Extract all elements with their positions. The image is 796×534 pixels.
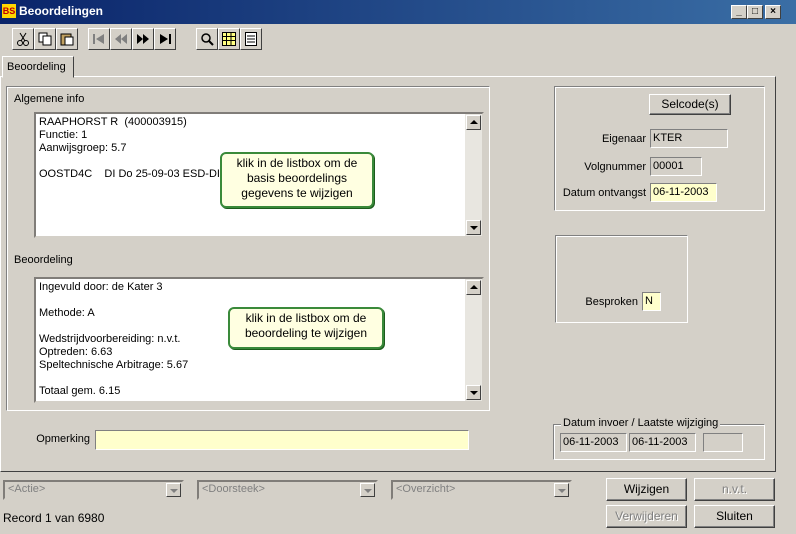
eigenaar-field[interactable]: KTER [650,129,728,148]
cut-icon [17,32,29,46]
sluiten-button[interactable]: Sluiten [694,505,775,528]
window-title: Beoordelingen [19,4,104,18]
listbox-line: Ingevuld door: de Kater 3 [39,281,163,293]
datum-ontvangst-field[interactable]: 06-11-2003 [650,183,717,202]
datum-ontvangst-label: Datum ontvangst [562,187,646,199]
arrow-down-icon [470,391,478,395]
record-status: Record 1 van 6980 [3,511,105,525]
chevron-down-icon [170,489,178,493]
listbox-line: Speltechnische Arbitrage: 5.67 [39,359,189,371]
next-record-button[interactable] [132,28,154,50]
arrow-up-icon [470,120,478,124]
volgnummer-label: Volgnummer [584,161,646,173]
last-record-icon [160,34,171,44]
chevron-down-icon [558,489,566,493]
scroll-down-button[interactable] [466,220,481,235]
paste-button[interactable] [56,28,78,50]
listbox-line: Functie: 1 [39,129,88,141]
previous-record-icon [115,34,127,44]
previous-record-button[interactable] [110,28,132,50]
overzicht-value: <Overzicht> [396,483,456,495]
doorsteek-combo[interactable]: <Doorsteek> [197,480,378,500]
dropdown-button[interactable] [554,483,569,497]
listbox-line: Totaal gem. 6.15 [39,385,121,397]
scroll-up-button[interactable] [466,115,481,130]
arrow-up-icon [470,285,478,289]
toolbar [0,24,796,54]
volgnummer-field[interactable]: 00001 [650,157,702,176]
wijzigen-button[interactable]: Wijzigen [606,478,687,501]
besproken-group [555,235,688,323]
first-record-icon [93,34,104,44]
dropdown-button[interactable] [360,483,375,497]
doorsteek-value: <Doorsteek> [202,483,265,495]
copy-icon [38,32,52,46]
beoordeling-scrollbar[interactable] [465,279,482,401]
listbox-line [39,372,479,385]
maximize-button[interactable]: □ [747,5,763,19]
tooltip-line: basis beoordelings [246,171,348,185]
besproken-field[interactable]: N [642,292,661,311]
eigenaar-label: Eigenaar [601,133,646,145]
besproken-label: Besproken [585,296,638,308]
overzicht-combo[interactable]: <Overzicht> [391,480,572,500]
form-view-icon [245,32,257,46]
actie-value: <Actie> [8,483,46,495]
opmerking-label: Opmerking [36,433,90,445]
laatste-wijziging-field[interactable]: 06-11-2003 [629,433,696,452]
app-icon: BS [2,4,16,18]
listbox-line [39,294,479,307]
actie-combo[interactable]: <Actie> [3,480,184,500]
chevron-down-icon [364,489,372,493]
first-record-button[interactable] [88,28,110,50]
selcode-button[interactable]: Selcode(s) [649,94,731,115]
form-view-button[interactable] [240,28,262,50]
datum-invoer-field[interactable]: 06-11-2003 [560,433,627,452]
scroll-down-button[interactable] [466,385,481,400]
tooltip-line: gegevens te wijzigen [241,186,353,200]
verwijderen-button[interactable]: Verwijderen [606,505,687,528]
last-record-button[interactable] [154,28,176,50]
arrow-down-icon [470,226,478,230]
tab-label: Beoordeling [7,61,66,73]
copy-button[interactable] [34,28,56,50]
algemene-info-label: Algemene info [14,93,85,105]
algemene-info-tooltip: klik in de listbox om de basis beoordeli… [220,152,374,208]
minimize-button[interactable]: _ [731,5,747,19]
dropdown-button[interactable] [166,483,181,497]
tooltip-line: klik in de listbox om de [236,156,358,170]
beoordeling-label: Beoordeling [14,254,73,266]
nvt-button[interactable]: n.v.t. [694,478,775,501]
datum-invoer-label: Datum invoer / Laatste wijziging [561,417,721,429]
tooltip-line: beoordeling te wijzigen [244,326,368,340]
paste-icon [60,33,74,46]
cut-button[interactable] [12,28,34,50]
opmerking-field[interactable] [95,430,469,450]
next-record-icon [137,34,149,44]
close-button[interactable]: × [765,5,781,19]
tooltip-line: klik in de listbox om de [245,311,367,325]
scroll-up-button[interactable] [466,280,481,295]
beoordeling-tooltip: klik in de listbox om de beoordeling te … [228,307,384,349]
grid-view-icon [222,32,236,46]
tab-beoordeling[interactable]: Beoordeling [2,56,74,78]
grid-view-button[interactable] [218,28,240,50]
title-bar[interactable]: BS Beoordelingen _ □ × [0,0,796,24]
search-button[interactable] [196,28,218,50]
listbox-line: RAAPHORST R (400003915) [39,116,187,128]
search-icon [201,33,214,46]
algemene-info-scrollbar[interactable] [465,114,482,236]
extra-field[interactable] [703,433,743,452]
